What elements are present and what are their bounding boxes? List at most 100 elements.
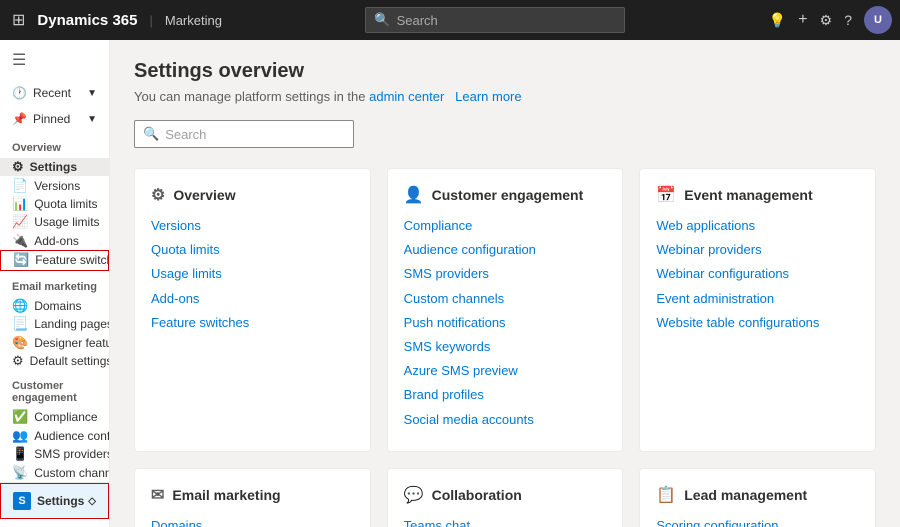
sidebar-item-default[interactable]: ⚙ Default settings bbox=[0, 352, 109, 370]
card-link-push-notifications[interactable]: Push notifications bbox=[404, 314, 607, 332]
card-link-web-apps[interactable]: Web applications bbox=[656, 217, 859, 235]
feature-switches-icon: 🔄 bbox=[13, 252, 29, 268]
customer-section-label: Customer engagement bbox=[0, 370, 109, 408]
collaboration-card: 💬 Collaboration Teams chat bbox=[387, 468, 624, 527]
sidebar-item-sms[interactable]: 📱 SMS providers bbox=[0, 445, 109, 463]
bottom-settings-label: Settings bbox=[37, 494, 84, 508]
card-link-addons[interactable]: Add-ons bbox=[151, 290, 354, 308]
lightbulb-icon[interactable]: 💡 bbox=[769, 12, 786, 29]
sidebar-item-feature-switches[interactable]: 🔄 Feature switches bbox=[0, 250, 109, 270]
content-search-input[interactable] bbox=[165, 127, 345, 142]
cards-grid: ⚙ Overview Versions Quota limits Usage l… bbox=[134, 168, 876, 527]
sidebar-item-designer[interactable]: 🎨 Designer feature ... bbox=[0, 333, 109, 351]
sidebar-landing-label: Landing pages bbox=[34, 317, 109, 331]
sidebar-item-usage[interactable]: 📈 Usage limits bbox=[0, 213, 109, 231]
event-card-icon: 📅 bbox=[656, 185, 676, 205]
avatar[interactable]: U bbox=[864, 6, 892, 34]
main-content: Settings overview You can manage platfor… bbox=[110, 40, 900, 527]
sidebar-bottom: S Settings ◇ bbox=[0, 482, 109, 519]
email-card-icon: ✉ bbox=[151, 485, 164, 505]
card-link-webinar-providers[interactable]: Webinar providers bbox=[656, 241, 859, 259]
add-icon[interactable]: + bbox=[798, 11, 807, 29]
sidebar-sms-label: SMS providers bbox=[34, 447, 109, 461]
learn-more-link[interactable]: Learn more bbox=[455, 89, 521, 104]
card-link-compliance[interactable]: Compliance bbox=[404, 217, 607, 235]
sidebar-addons-label: Add-ons bbox=[34, 234, 79, 248]
overview-card-title: Overview bbox=[173, 187, 235, 203]
card-link-feature[interactable]: Feature switches bbox=[151, 314, 354, 332]
sidebar-usage-label: Usage limits bbox=[34, 215, 99, 229]
brand-name: Dynamics 365 bbox=[37, 12, 137, 29]
global-search-input[interactable] bbox=[397, 13, 617, 28]
sidebar-custom-label: Custom channels bbox=[34, 466, 109, 480]
admin-center-link[interactable]: admin center bbox=[369, 89, 444, 104]
pin-icon: 📌 bbox=[12, 112, 27, 126]
event-card-header: 📅 Event management bbox=[656, 185, 859, 205]
help-icon[interactable]: ? bbox=[844, 12, 852, 28]
sidebar-item-quota[interactable]: 📊 Quota limits bbox=[0, 195, 109, 213]
audience-icon: 👥 bbox=[12, 428, 28, 444]
sidebar-item-versions[interactable]: 📄 Versions bbox=[0, 176, 109, 194]
sidebar-item-compliance[interactable]: ✅ Compliance bbox=[0, 408, 109, 426]
settings-icon[interactable]: ⚙ bbox=[820, 12, 833, 29]
sidebar-item-landing-pages[interactable]: 📃 Landing pages bbox=[0, 315, 109, 333]
quota-icon: 📊 bbox=[12, 196, 28, 212]
card-link-sms-providers[interactable]: SMS providers bbox=[404, 265, 607, 283]
domains-icon: 🌐 bbox=[12, 298, 28, 314]
card-link-domains[interactable]: Domains bbox=[151, 517, 354, 527]
app-launcher-icon[interactable]: ⊞ bbox=[8, 6, 29, 34]
sidebar-item-domains[interactable]: 🌐 Domains bbox=[0, 297, 109, 315]
settings-sidebar-icon: ⚙ bbox=[12, 159, 24, 175]
sidebar-item-audience[interactable]: 👥 Audience configu... bbox=[0, 427, 109, 445]
card-link-brand-profiles[interactable]: Brand profiles bbox=[404, 386, 607, 404]
email-card-header: ✉ Email marketing bbox=[151, 485, 354, 505]
global-search-bar[interactable]: 🔍 bbox=[365, 7, 625, 33]
overview-card: ⚙ Overview Versions Quota limits Usage l… bbox=[134, 168, 371, 452]
collab-card-icon: 💬 bbox=[404, 485, 424, 505]
hamburger-button[interactable]: ☰ bbox=[0, 40, 109, 80]
card-link-event-admin[interactable]: Event administration bbox=[656, 290, 859, 308]
content-search-bar[interactable]: 🔍 bbox=[134, 120, 354, 148]
sidebar-designer-label: Designer feature ... bbox=[34, 336, 109, 350]
card-link-teams-chat[interactable]: Teams chat bbox=[404, 517, 607, 527]
sidebar-pinned-label: Pinned bbox=[33, 112, 70, 126]
card-link-versions[interactable]: Versions bbox=[151, 217, 354, 235]
nav-separator: | bbox=[149, 13, 152, 28]
customer-card-header: 👤 Customer engagement bbox=[404, 185, 607, 205]
sidebar-item-recent[interactable]: 🕐 Recent ▼ bbox=[0, 80, 109, 106]
card-link-usage[interactable]: Usage limits bbox=[151, 265, 354, 283]
search-icon-content: 🔍 bbox=[143, 126, 159, 142]
card-link-custom-channels[interactable]: Custom channels bbox=[404, 290, 607, 308]
versions-icon: 📄 bbox=[12, 178, 28, 194]
lead-card-title: Lead management bbox=[684, 487, 807, 503]
usage-icon: 📈 bbox=[12, 214, 28, 230]
search-icon: 🔍 bbox=[374, 12, 390, 28]
card-link-webinar-configs[interactable]: Webinar configurations bbox=[656, 265, 859, 283]
collab-card-header: 💬 Collaboration bbox=[404, 485, 607, 505]
chevron-down-icon-pinned: ▼ bbox=[87, 114, 97, 125]
chevron-down-icon: ▼ bbox=[87, 88, 97, 99]
lead-card-icon: 📋 bbox=[656, 485, 676, 505]
card-link-audience[interactable]: Audience configuration bbox=[404, 241, 607, 259]
sidebar-bottom-settings[interactable]: S Settings ◇ bbox=[0, 483, 109, 519]
sidebar-versions-label: Versions bbox=[34, 179, 80, 193]
card-link-scoring[interactable]: Scoring configuration bbox=[656, 517, 859, 527]
customer-card-title: Customer engagement bbox=[432, 187, 584, 203]
desc-text: You can manage platform settings in the bbox=[134, 89, 366, 104]
sidebar-item-addons[interactable]: 🔌 Add-ons bbox=[0, 232, 109, 250]
main-layout: ☰ 🕐 Recent ▼ 📌 Pinned ▼ Overview ⚙ Setti… bbox=[0, 40, 900, 527]
card-link-quota[interactable]: Quota limits bbox=[151, 241, 354, 259]
sidebar-recent-label: Recent bbox=[33, 86, 71, 100]
customer-engagement-card: 👤 Customer engagement Compliance Audienc… bbox=[387, 168, 624, 452]
sidebar-item-custom-channels[interactable]: 📡 Custom channels bbox=[0, 463, 109, 481]
card-link-sms-keywords[interactable]: SMS keywords bbox=[404, 338, 607, 356]
card-link-social[interactable]: Social media accounts bbox=[404, 411, 607, 429]
card-link-azure-sms[interactable]: Azure SMS preview bbox=[404, 362, 607, 380]
sidebar-item-settings[interactable]: ⚙ Settings bbox=[0, 158, 109, 176]
page-description: You can manage platform settings in the … bbox=[134, 89, 876, 104]
card-link-website-table[interactable]: Website table configurations bbox=[656, 314, 859, 332]
sidebar-settings-label: Settings bbox=[30, 160, 77, 174]
collab-card-title: Collaboration bbox=[432, 487, 522, 503]
sidebar-item-pinned[interactable]: 📌 Pinned ▼ bbox=[0, 106, 109, 132]
email-marketing-card: ✉ Email marketing Domains Landing pages … bbox=[134, 468, 371, 527]
